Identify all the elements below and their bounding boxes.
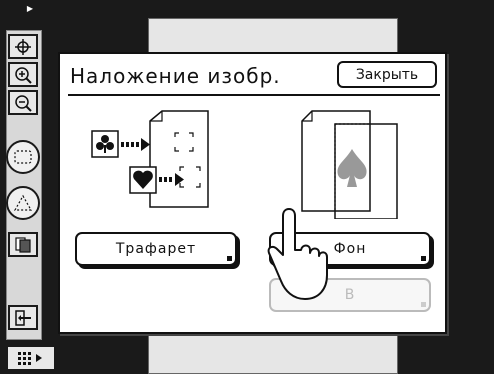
grid-menu-button[interactable] xyxy=(6,345,56,371)
grid-menu-icon xyxy=(18,352,42,365)
left-toolbar: ▶ xyxy=(0,0,60,374)
dialog-title: Наложение изобр. xyxy=(70,64,281,88)
toolbar-collapse-arrow[interactable]: ▶ xyxy=(0,0,60,28)
background-illustration xyxy=(301,110,398,219)
title-divider xyxy=(68,94,440,96)
zoom-out-button[interactable] xyxy=(8,90,38,115)
close-button[interactable]: Закрыть xyxy=(337,61,437,88)
pages-icon xyxy=(15,236,31,253)
move-icon xyxy=(15,38,31,55)
area-select-button[interactable] xyxy=(6,140,40,174)
pages-button[interactable] xyxy=(8,232,38,257)
stencil-button[interactable]: Трафарет xyxy=(75,232,237,266)
move-button[interactable] xyxy=(8,34,38,59)
exit-icon xyxy=(15,309,31,326)
zoom-out-icon xyxy=(15,94,32,112)
stencil-illustration xyxy=(91,110,209,208)
image-overlay-dialog: Наложение изобр. Закрыть Трафарет Фон В xyxy=(58,52,447,334)
point-select-icon xyxy=(13,194,33,211)
triangle-right-icon: ▶ xyxy=(26,4,34,13)
exit-button[interactable] xyxy=(8,305,38,330)
area-select-icon xyxy=(14,150,32,164)
zoom-in-button[interactable] xyxy=(8,62,38,87)
point-select-button[interactable] xyxy=(6,186,40,220)
hand-pointer-icon xyxy=(267,208,328,300)
zoom-in-icon xyxy=(15,66,32,84)
